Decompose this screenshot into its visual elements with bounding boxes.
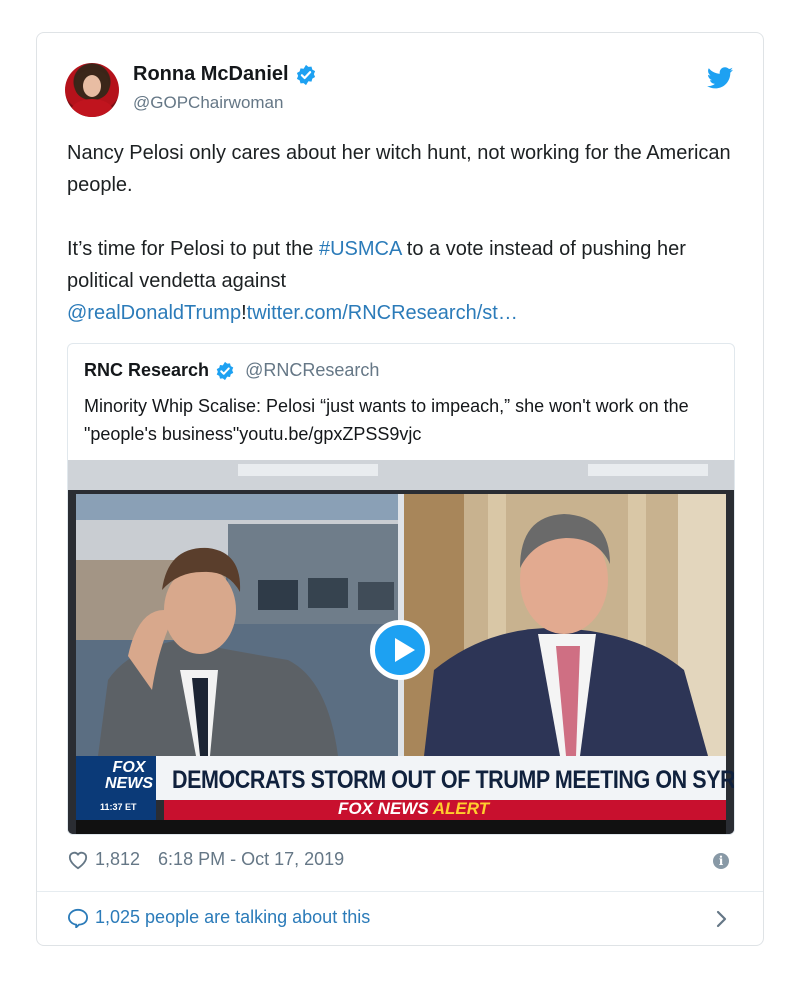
conversation-link[interactable]: 1,025 people are talking about this	[67, 907, 370, 928]
quoted-author-row: RNC Research @RNCResearch	[84, 360, 379, 381]
video-thumbnail[interactable]: FOX NEWS 11:37 ET DEMOCRATS STORM OUT OF …	[68, 460, 734, 834]
alert-brand: FOX NEWS	[338, 799, 433, 818]
play-icon[interactable]	[370, 620, 430, 680]
info-icon[interactable]: i	[713, 853, 729, 869]
embedded-tweet-card[interactable]: Ronna McDaniel @GOPChairwoman Nancy Pelo…	[36, 32, 764, 946]
quoted-tweet-link[interactable]: twitter.com/RNCResearch/st…	[247, 302, 518, 324]
broadcast-clock: 11:37 ET	[100, 802, 137, 812]
author-name-row: Ronna McDaniel	[133, 63, 317, 86]
tweet-paragraph-1: Nancy Pelosi only cares about her witch …	[67, 142, 731, 196]
heart-icon[interactable]	[67, 850, 89, 870]
quoted-tweet-text: Minority Whip Scalise: Pelosi “just want…	[84, 396, 689, 444]
quoted-tweet[interactable]: RNC Research @RNCResearch Minority Whip …	[67, 343, 735, 835]
tweet-paragraph-2: It’s time for Pelosi to put the #USMCA t…	[67, 233, 739, 329]
quoted-author-handle[interactable]: @RNCResearch	[245, 360, 379, 381]
chevron-right-icon[interactable]	[715, 909, 727, 929]
verified-badge-icon	[216, 361, 234, 380]
like-count[interactable]: 1,812	[95, 849, 140, 870]
tweet-timestamp[interactable]: 6:18 PM - Oct 17, 2019	[158, 849, 344, 870]
author-name[interactable]: Ronna McDaniel	[133, 63, 289, 86]
author-handle[interactable]: @GOPChairwoman	[133, 93, 283, 113]
mention-link[interactable]: @realDonaldTrump	[67, 302, 241, 324]
verified-badge-icon	[296, 64, 315, 85]
speech-bubble-icon	[67, 908, 89, 928]
quoted-author-name[interactable]: RNC Research	[84, 360, 209, 381]
logo-line-1: FOX	[112, 759, 146, 776]
news-alert-banner: FOX NEWS ALERT	[338, 798, 489, 820]
alert-word: ALERT	[432, 799, 490, 818]
tweet-text-part: It’s time for Pelosi to put the	[67, 238, 319, 260]
tweet-text: Nancy Pelosi only cares about her witch …	[67, 137, 739, 329]
news-chyron: DEMOCRATS STORM OUT OF TRUMP MEETING ON …	[172, 766, 734, 794]
twitter-bird-icon[interactable]	[707, 67, 733, 89]
logo-line-2: NEWS	[105, 775, 153, 792]
tweet-meta-row: 1,812 6:18 PM - Oct 17, 2019	[67, 849, 344, 870]
conversation-count[interactable]: 1,025 people are talking about this	[95, 907, 370, 928]
hashtag-link[interactable]: #USMCA	[319, 238, 401, 260]
divider	[37, 891, 763, 892]
fox-news-logo: FOX NEWS	[98, 760, 160, 792]
author-avatar[interactable]	[65, 63, 119, 117]
